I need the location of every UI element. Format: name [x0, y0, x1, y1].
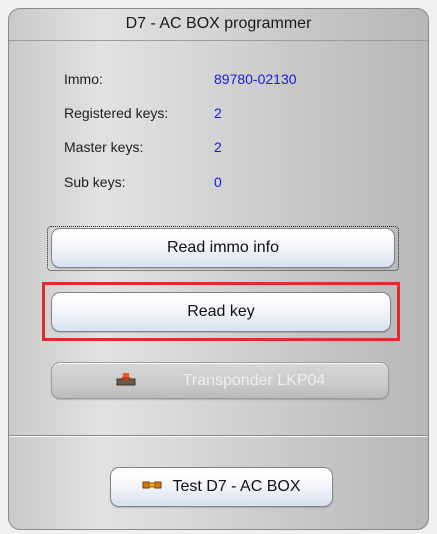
registered-keys-label: Registered keys:	[64, 105, 169, 121]
transponder-button-content: Transponder LKP04	[52, 363, 388, 398]
bottom-separator	[9, 435, 428, 437]
connector-icon	[142, 478, 162, 497]
transponder-button[interactable]: Transponder LKP04	[51, 362, 389, 399]
read-immo-info-button[interactable]: Read immo info	[51, 228, 395, 268]
test-box-button[interactable]: Test D7 - AC BOX	[110, 467, 333, 507]
immo-label: Immo:	[64, 71, 103, 87]
programmer-panel: D7 - AC BOX programmer Immo: 89780-02130…	[8, 8, 429, 530]
read-immo-info-label: Read immo info	[166, 239, 280, 256]
immo-value: 89780-02130	[214, 71, 297, 87]
panel-title: D7 - AC BOX programmer	[9, 9, 428, 41]
read-key-label: Read key	[187, 303, 255, 320]
test-box-button-content: Test D7 - AC BOX	[111, 468, 332, 506]
sub-keys-label: Sub keys:	[64, 174, 126, 190]
sub-keys-value: 0	[214, 174, 222, 190]
transponder-label: Transponder LKP04	[182, 371, 326, 389]
download-chip-icon	[115, 369, 137, 392]
registered-keys-value: 2	[214, 105, 222, 121]
read-key-button[interactable]: Read key	[51, 292, 391, 332]
test-box-label: Test D7 - AC BOX	[172, 478, 301, 495]
master-keys-value: 2	[214, 139, 222, 155]
master-keys-label: Master keys:	[64, 139, 144, 155]
